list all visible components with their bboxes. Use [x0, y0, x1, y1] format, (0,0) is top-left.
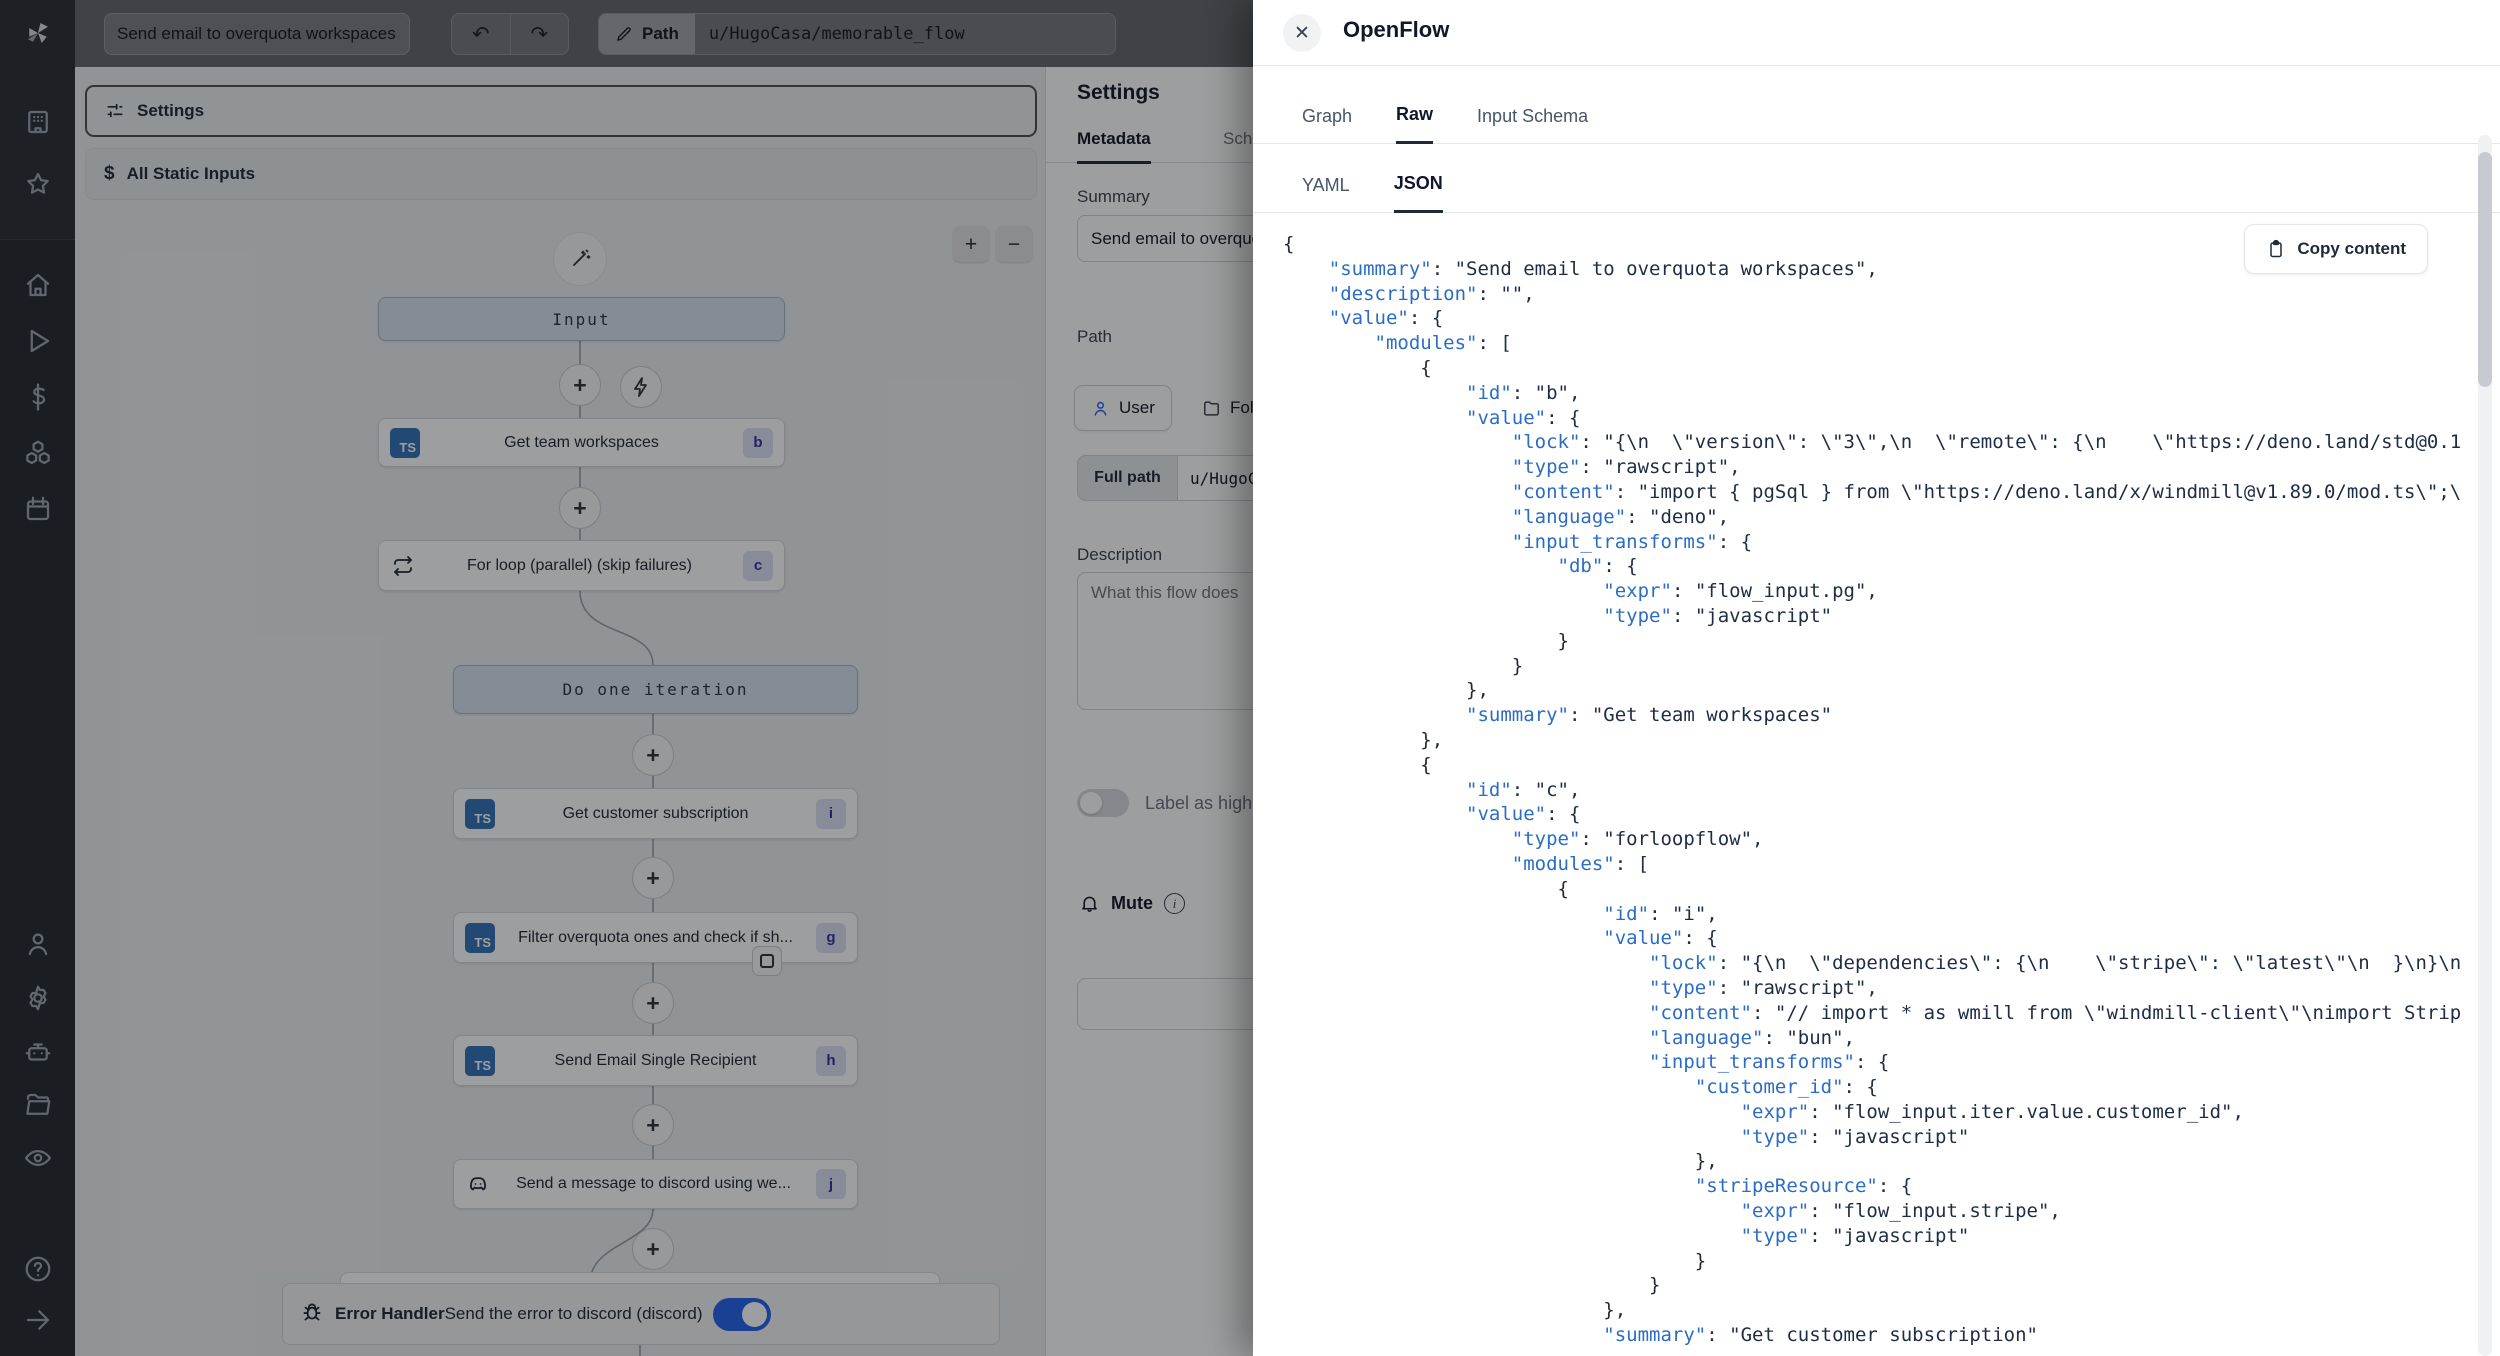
clipboard-icon — [2266, 239, 2286, 259]
subtab-yaml[interactable]: YAML — [1302, 175, 1350, 212]
tab-input-schema[interactable]: Input Schema — [1477, 106, 1588, 143]
copy-content-label: Copy content — [2297, 239, 2406, 259]
windmill-flow-editor: ↶ ↷ Path u/HugoCasa/memorable_flow Setti… — [0, 0, 2500, 1356]
raw-format-tabs: YAML JSON — [1253, 164, 2500, 213]
drawer-tabs: Graph Raw Input Schema — [1253, 92, 2500, 144]
scrollbar-thumb[interactable] — [2478, 152, 2492, 387]
drawer-title: OpenFlow — [1343, 17, 1449, 43]
tab-graph[interactable]: Graph — [1302, 106, 1352, 143]
copy-content-button[interactable]: Copy content — [2244, 224, 2428, 274]
drawer-header: ✕ OpenFlow — [1253, 0, 2500, 66]
close-icon[interactable]: ✕ — [1283, 14, 1321, 52]
json-code[interactable]: { "summary": "Send email to overquota wo… — [1283, 232, 2460, 1356]
openflow-drawer: ✕ OpenFlow Graph Raw Input Schema YAML J… — [1253, 0, 2500, 1356]
tab-raw[interactable]: Raw — [1396, 104, 1433, 144]
subtab-json[interactable]: JSON — [1394, 173, 1443, 213]
